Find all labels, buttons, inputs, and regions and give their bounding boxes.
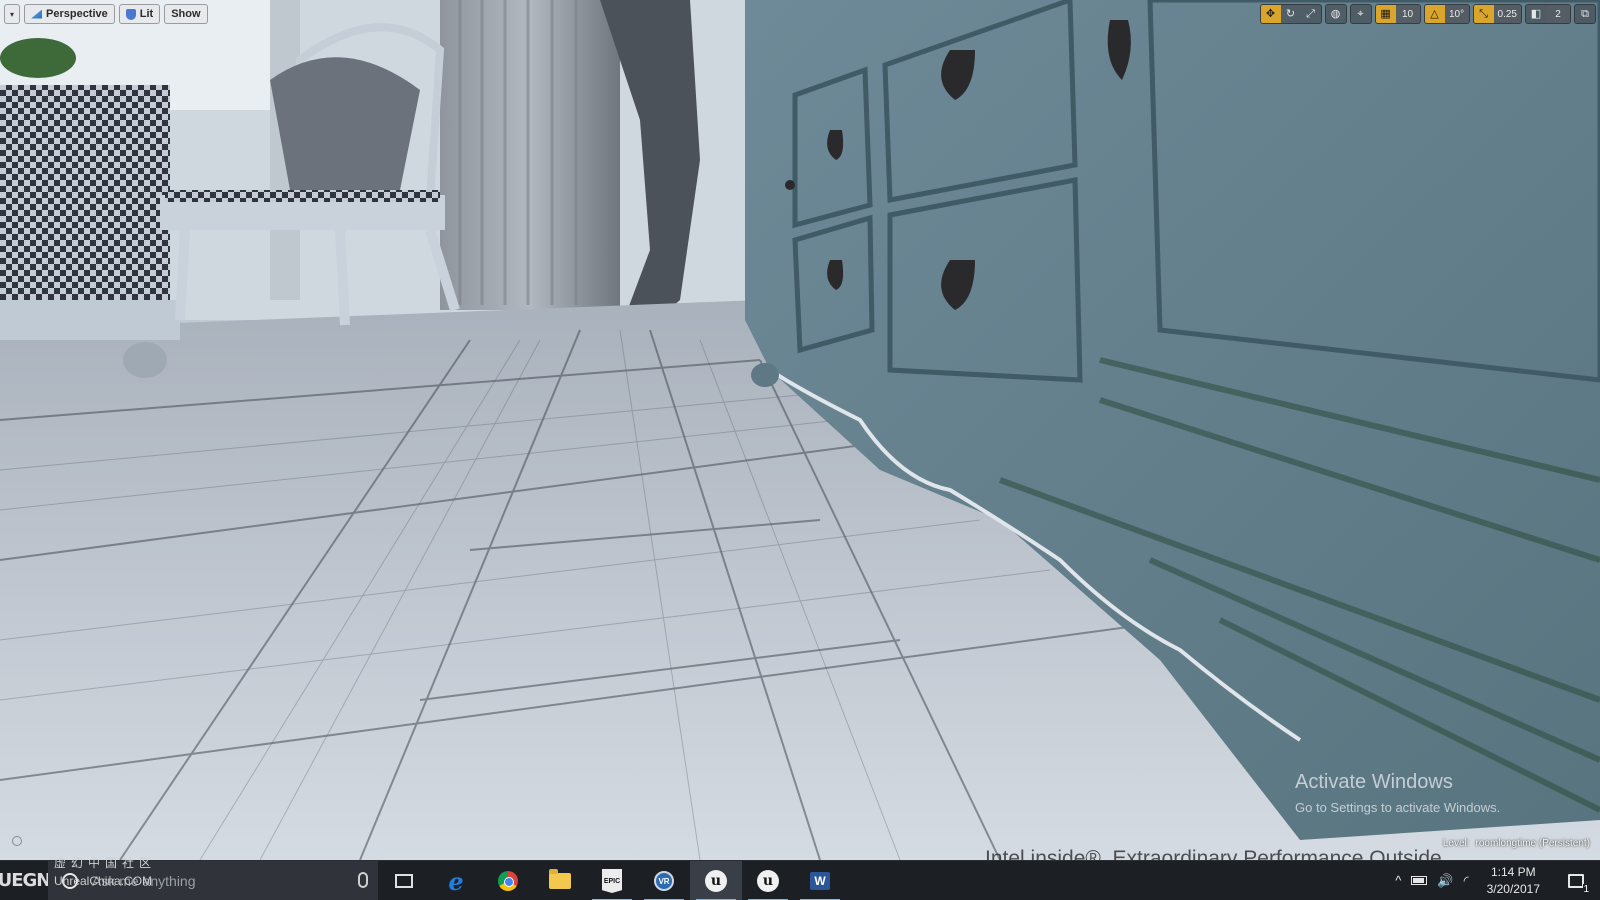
viewport-toolbar-right: ✥ ↻ ⤢ ◍ ⌖ ▦ 10 △ 10° ⤡ 0.25 ◧ 2 ⧉ — [1259, 4, 1596, 24]
rotate-icon: ↻ — [1285, 7, 1296, 20]
view-mode-label: Perspective — [46, 8, 108, 20]
brand-chinese-text: 虚幻中国社区 — [54, 856, 157, 870]
show-hidden-icons-chevron-icon[interactable]: ^ — [1395, 873, 1401, 888]
rotation-snap-value[interactable]: 10° — [1444, 5, 1469, 23]
clock-time: 1:14 PM — [1490, 864, 1536, 879]
unrealchina-watermark: 虚幻中国社区 UnrealChina.COM — [54, 856, 157, 889]
camera-speed-value[interactable]: 2 — [1546, 5, 1570, 23]
move-arrows-icon: ✥ — [1265, 7, 1276, 20]
maximize-group: ⧉ — [1574, 4, 1596, 24]
coordinate-space-group: ◍ — [1324, 4, 1347, 24]
rotation-snap-toggle[interactable]: △ — [1424, 5, 1445, 23]
globe-icon: ◍ — [1330, 7, 1341, 20]
scale-mode-button[interactable]: ⤢ — [1301, 5, 1321, 23]
angle-icon: △ — [1430, 7, 1439, 20]
perspective-icon — [31, 9, 42, 19]
activate-windows-title: Activate Windows — [1295, 771, 1453, 793]
epic-games-icon: EPIC — [602, 869, 622, 893]
level-name: roomlongtime (Persistent) — [1475, 838, 1590, 849]
wifi-icon[interactable]: ◜ — [1464, 873, 1469, 889]
activate-windows-subtitle: Go to Settings to activate Windows. — [1295, 800, 1501, 815]
surface-snap-group: ⌖ — [1349, 4, 1372, 24]
axis-indicator-icon — [12, 836, 22, 846]
surface-snap-button[interactable]: ⌖ — [1351, 5, 1371, 23]
task-view-icon — [395, 874, 413, 888]
activate-windows-watermark: Activate Windows Go to Settings to activ… — [1295, 771, 1500, 815]
grid-icon: ▦ — [1380, 7, 1391, 20]
action-center-icon — [1568, 873, 1584, 888]
battery-icon[interactable] — [1411, 876, 1428, 885]
taskbar-app-unreal-editor-2[interactable]: u — [742, 861, 794, 900]
viewport-toolbar-left: ▾ Perspective Lit Show — [4, 4, 208, 24]
start-button[interactable]: UEGN — [0, 861, 51, 900]
task-view-button[interactable] — [378, 861, 430, 900]
current-level-label: Level: roomlongtime (Persistent) — [1437, 838, 1590, 849]
taskbar-app-vr[interactable]: VR — [638, 861, 690, 900]
clock-date: 3/20/2017 — [1486, 881, 1540, 896]
brand-english-text: UnrealChina.COM — [54, 873, 153, 888]
world-space-button[interactable]: ◍ — [1326, 5, 1346, 23]
grid-snap-value[interactable]: 10 — [1395, 5, 1420, 23]
chevron-down-icon: ▾ — [9, 9, 14, 19]
rotation-snap-group: △ 10° — [1423, 4, 1470, 24]
taskbar-app-unreal-editor-1[interactable]: u — [690, 861, 742, 900]
unreal-engine-icon: u — [705, 870, 727, 892]
camera-icon: ◧ — [1530, 7, 1542, 20]
taskbar-app-chrome[interactable] — [482, 861, 534, 900]
uegn-logo: UEGN — [0, 870, 51, 891]
taskbar-app-word[interactable]: W — [794, 861, 846, 900]
scale-snap-value[interactable]: 0.25 — [1493, 5, 1521, 23]
transform-mode-group: ✥ ↻ ⤢ — [1259, 4, 1322, 24]
word-icon: W — [810, 872, 830, 890]
microphone-icon[interactable] — [358, 872, 368, 888]
unreal-engine-icon: u — [757, 870, 779, 892]
rotate-mode-button[interactable]: ↻ — [1281, 5, 1301, 23]
vr-icon: VR — [654, 871, 674, 891]
maximize-viewport-button[interactable]: ⧉ — [1575, 5, 1595, 23]
action-center-button[interactable]: 1 — [1558, 861, 1594, 900]
taskbar-clock[interactable]: 1:14 PM 3/20/2017 — [1479, 864, 1548, 898]
show-flags-label: Show — [171, 8, 201, 20]
folder-icon — [549, 869, 571, 889]
system-tray: ^ 🔊 ◜ 1:14 PM 3/20/2017 1 — [1395, 861, 1600, 900]
scale-snap-toggle[interactable]: ⤡ — [1473, 5, 1494, 23]
taskbar-app-edge[interactable]: e — [430, 861, 482, 900]
scale-snap-group: ⤡ 0.25 — [1472, 4, 1522, 24]
taskbar-app-epic-games[interactable]: EPIC — [586, 861, 638, 900]
surface-snap-icon: ⌖ — [1357, 7, 1364, 20]
chrome-icon — [498, 871, 518, 891]
lit-sphere-icon — [125, 8, 136, 20]
translate-mode-button[interactable]: ✥ — [1260, 5, 1281, 23]
scale-icon: ⤢ — [1306, 7, 1315, 20]
lighting-mode-label: Lit — [139, 8, 154, 20]
windows-taskbar: UEGN Ask me anything e EPIC VR u u W ^ 🔊… — [0, 860, 1600, 900]
notification-count-badge: 1 — [1583, 883, 1589, 895]
camera-speed-button[interactable]: ◧ — [1526, 5, 1546, 23]
camera-speed-group: ◧ 2 — [1525, 4, 1571, 24]
taskbar-app-file-explorer[interactable] — [534, 861, 586, 900]
show-flags-button[interactable]: Show — [164, 4, 208, 24]
level-viewport[interactable]: ▾ Perspective Lit Show ✥ ↻ ⤢ ◍ ⌖ ▦ 10 △ … — [0, 0, 1600, 860]
maximize-icon: ⧉ — [1581, 7, 1589, 20]
lighting-mode-button[interactable]: Lit — [118, 4, 161, 24]
view-mode-button[interactable]: Perspective — [24, 4, 115, 24]
grid-snap-group: ▦ 10 — [1374, 4, 1421, 24]
scene-render — [0, 0, 1600, 860]
edge-icon: e — [448, 866, 464, 896]
volume-icon[interactable]: 🔊 — [1437, 873, 1453, 889]
scale-arrow-icon: ⤡ — [1479, 7, 1488, 20]
viewport-options-button[interactable]: ▾ — [4, 4, 20, 24]
grid-snap-toggle[interactable]: ▦ — [1375, 5, 1396, 23]
